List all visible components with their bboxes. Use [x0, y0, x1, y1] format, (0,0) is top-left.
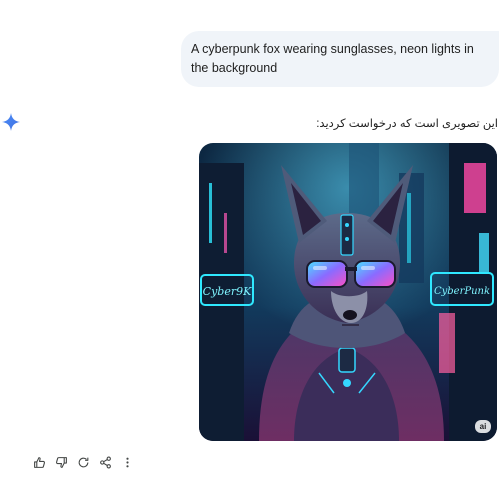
regenerate-button[interactable]	[74, 453, 92, 471]
user-prompt-bubble: A cyberpunk fox wearing sunglasses, neon…	[181, 31, 499, 87]
thumbs-up-icon	[33, 456, 45, 468]
more-options-button[interactable]	[118, 453, 136, 471]
thumbs-down-button[interactable]	[52, 453, 70, 471]
more-vertical-icon	[125, 457, 129, 467]
user-prompt-text: A cyberpunk fox wearing sunglasses, neon…	[191, 42, 474, 75]
generated-image[interactable]: Cyber9K CyberPunk ai	[199, 143, 497, 441]
gemini-sparkle-icon	[1, 112, 21, 132]
share-button[interactable]	[96, 453, 114, 471]
neon-sign-left-text: Cyber9K	[203, 285, 252, 298]
response-text: این تصویری است که درخواست کردید:	[316, 118, 498, 130]
thumbs-down-icon	[55, 456, 67, 468]
thumbs-up-button[interactable]	[30, 453, 48, 471]
neon-sign-right-text: CyberPunk	[434, 286, 490, 297]
share-icon	[99, 456, 111, 468]
response-actions	[30, 452, 136, 472]
ai-badge: ai	[475, 420, 491, 433]
refresh-icon	[78, 457, 88, 467]
